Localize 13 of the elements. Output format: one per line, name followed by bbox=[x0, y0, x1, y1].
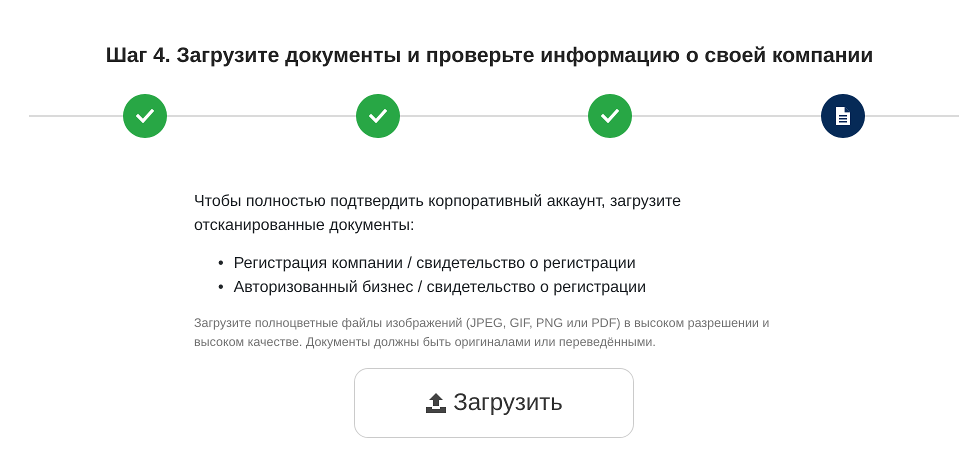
document-item: Регистрация компании / свидетельство о регистрации bbox=[234, 254, 636, 274]
document-item: Авторизованный бизнес / свидетельство о регистрации bbox=[234, 278, 646, 298]
bullet: • bbox=[218, 254, 224, 274]
upload-note: Загрузите полноцветные файлы изображений (JPEG, GIF, PNG или PDF) в высоком разрешении и высоком качестве. Документы должны быть оригиналами или переведёнными. bbox=[194, 315, 770, 351]
document-icon bbox=[834, 106, 851, 126]
intro-text: Чтобы полностью подтвердить корпоративный аккаунт, загрузите отсканированные документы: bbox=[194, 192, 682, 236]
upload-icon bbox=[425, 392, 448, 414]
upload-button[interactable]: Загрузить bbox=[354, 368, 634, 438]
check-icon bbox=[601, 109, 620, 123]
check-icon bbox=[136, 109, 154, 123]
check-icon bbox=[368, 109, 387, 123]
page-title: Шаг 4. Загрузите документы и проверьте информацию о своей компании bbox=[104, 44, 874, 68]
bullet: • bbox=[218, 278, 224, 298]
